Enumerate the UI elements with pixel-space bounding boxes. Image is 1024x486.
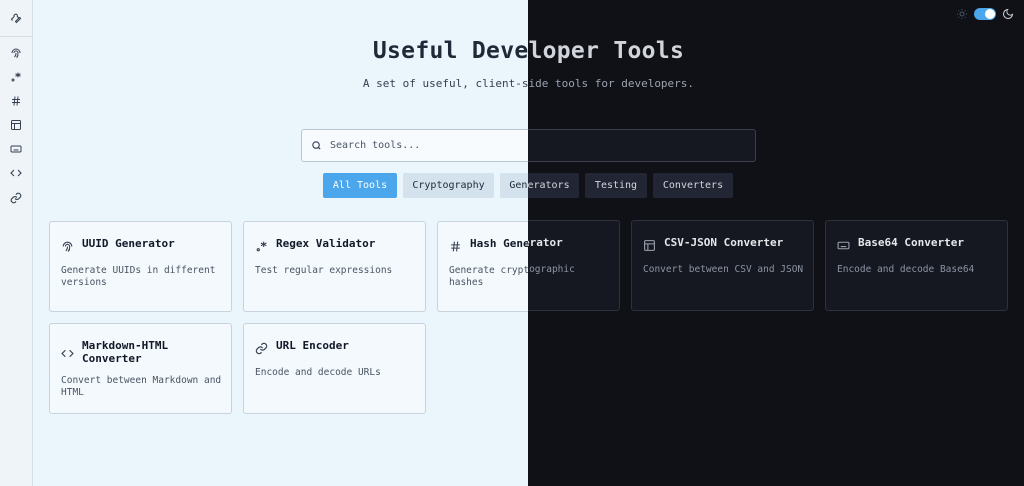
tool-card-url-encoder[interactable]: URL Encoder Encode and decode URLs [243,323,426,414]
link-icon[interactable] [6,188,26,208]
wrench-icon[interactable] [6,8,26,28]
tool-card-description: Test regular expressions [255,265,393,276]
tool-card-csv-json-converter[interactable]: CSV-JSON Converter Convert between CSV a… [631,220,814,311]
tool-card-title: UUID Generator [82,237,175,250]
tool-card-title: CSV-JSON Converter [664,236,784,249]
tool-card-description: Encode and decode URLs [255,367,381,378]
sidebar [0,0,33,486]
link-icon [255,340,268,355]
app-root: Useful Developer Tools A set of useful, … [0,0,1024,486]
fingerprint-icon [61,238,74,252]
tool-card-title: Base64 Converter [858,236,964,249]
tool-card-title: Regex Validator [276,237,376,250]
tool-card-description: Encode and decode Base64 [837,264,975,275]
fingerprint-icon[interactable] [6,43,26,63]
regex-icon [255,238,268,252]
tool-card-description: Convert between CSV and JSON [643,264,804,275]
moon-icon[interactable] [1002,8,1014,20]
table-icon [643,237,656,251]
keyboard-icon[interactable] [6,139,26,159]
tool-card-base64-converter[interactable]: Base64 Converter Encode and decode Base6… [825,220,1008,311]
filter-testing-dark[interactable]: Testing [585,173,647,198]
tool-card-description: Convert between Markdown and HTML [61,375,222,398]
tool-card-title: Markdown-HTML Converter [82,339,169,365]
hash-icon[interactable] [6,91,26,111]
theme-toggle-switch[interactable] [974,8,996,20]
tool-card-markdown-html-converter[interactable]: Markdown-HTML Converter Convert between … [49,323,232,414]
filter-all-tools[interactable]: All Tools [323,173,397,198]
tool-card-title: URL Encoder [276,339,349,352]
tool-card-regex-validator[interactable]: Regex Validator Test regular expressions [243,221,426,312]
search-placeholder: Search tools... [330,140,421,151]
filter-converters-dark[interactable]: Converters [653,173,733,198]
sun-icon[interactable] [956,8,968,20]
tool-card-uuid-generator[interactable]: UUID Generator Generate UUIDs in differe… [49,221,232,312]
code-icon[interactable] [6,163,26,183]
tool-card-description: Generate UUIDs in different versions [61,265,216,288]
search-icon [312,141,321,150]
hash-icon [449,238,462,252]
table-icon[interactable] [6,115,26,135]
theme-toggle-group [956,8,1014,20]
code-icon [61,345,74,358]
filter-cryptography[interactable]: Cryptography [403,173,494,198]
regex-icon[interactable] [6,67,26,87]
keyboard-icon [837,237,850,250]
